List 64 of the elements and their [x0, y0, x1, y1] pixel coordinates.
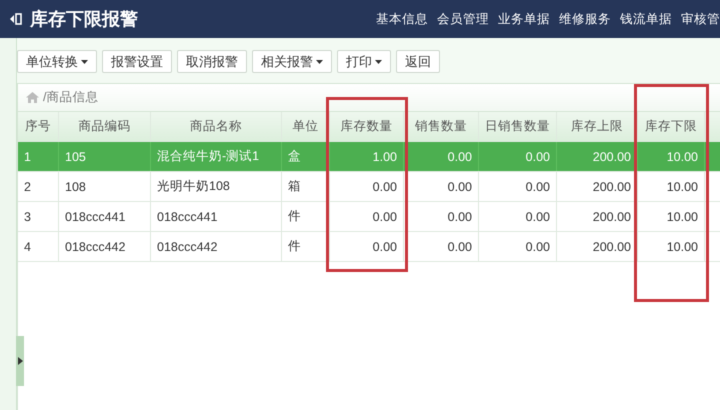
column-header[interactable]: 日销售数量 [479, 112, 557, 141]
table-cell: 0.00 [404, 142, 479, 171]
caret-icon [316, 60, 323, 64]
table-cell: 混合纯牛奶-测试1 [151, 142, 282, 171]
table-cell: 0.00 [330, 172, 404, 201]
nav-link[interactable]: 审核管 [681, 10, 720, 28]
column-header[interactable]: 库存下限 [638, 112, 705, 141]
column-header[interactable]: 商品名称 [151, 112, 282, 141]
table-cell: 10.00 [638, 172, 705, 201]
table-cell: 0.00 [404, 232, 479, 261]
table-cell: 200.00 [557, 202, 638, 231]
column-header[interactable]: 销售数量 [404, 112, 479, 141]
table-cell: 018ccc441 [59, 202, 151, 231]
table-cell: 200.00 [557, 232, 638, 261]
page-title: 库存下限报警 [30, 8, 138, 31]
toolbar-button[interactable]: 报警设置 [102, 50, 172, 73]
column-header[interactable]: 序号 [18, 112, 59, 141]
column-header[interactable]: 库存数量 [330, 112, 404, 141]
table-cell: 0.00 [404, 172, 479, 201]
table-cell: 4 [18, 232, 59, 261]
table-cell: 光明牛奶108 [151, 172, 282, 201]
dropdown-button[interactable]: 单位转换 [17, 50, 97, 73]
dropdown-button[interactable]: 相关报警 [252, 50, 332, 73]
table-cell: 0.00 [479, 232, 557, 261]
table-cell: 3 [18, 202, 59, 231]
table-cell: 0.00 [330, 232, 404, 261]
table-cell: 108 [59, 172, 151, 201]
column-header[interactable]: 单位 [282, 112, 330, 141]
table-cell: 0.00 [479, 172, 557, 201]
table-cell: 0.00 [330, 202, 404, 231]
table-cell: 1.00 [330, 142, 404, 171]
column-header[interactable]: 库存上限 [557, 112, 638, 141]
table-cell: 件 [282, 232, 330, 261]
table-cell: 0.00 [479, 202, 557, 231]
breadcrumb: /商品信息 [43, 89, 98, 106]
table-cell: 10.00 [638, 232, 705, 261]
table-cell: 018ccc441 [151, 202, 282, 231]
table-cell: 0.00 [479, 142, 557, 171]
table-cell: 018ccc442 [151, 232, 282, 261]
toolbar-button[interactable]: 返回 [396, 50, 440, 73]
nav-link[interactable]: 业务单据 [498, 10, 550, 28]
nav-link[interactable]: 基本信息 [376, 10, 428, 28]
table-cell: 2 [18, 172, 59, 201]
table-cell: 盒 [282, 142, 330, 171]
caret-icon [81, 60, 88, 64]
table-cell: 200.00 [557, 142, 638, 171]
table-cell: 箱 [282, 172, 330, 201]
table-cell: 10.00 [638, 142, 705, 171]
table-cell: 1 [18, 142, 59, 171]
panel-toggle[interactable] [16, 336, 24, 386]
collapse-icon[interactable] [10, 12, 22, 26]
dropdown-button[interactable]: 打印 [337, 50, 391, 73]
table-cell: 105 [59, 142, 151, 171]
table-cell: 018ccc442 [59, 232, 151, 261]
table-cell: 0.00 [404, 202, 479, 231]
nav-link[interactable]: 会员管理 [437, 10, 489, 28]
nav-link[interactable]: 维修服务 [559, 10, 611, 28]
table-cell: 200.00 [557, 172, 638, 201]
nav-link[interactable]: 钱流单据 [620, 10, 672, 28]
column-header[interactable]: 商品编码 [59, 112, 151, 141]
table-cell: 10.00 [638, 202, 705, 231]
table-cell: 件 [282, 202, 330, 231]
toolbar-button[interactable]: 取消报警 [177, 50, 247, 73]
caret-icon [375, 60, 382, 64]
